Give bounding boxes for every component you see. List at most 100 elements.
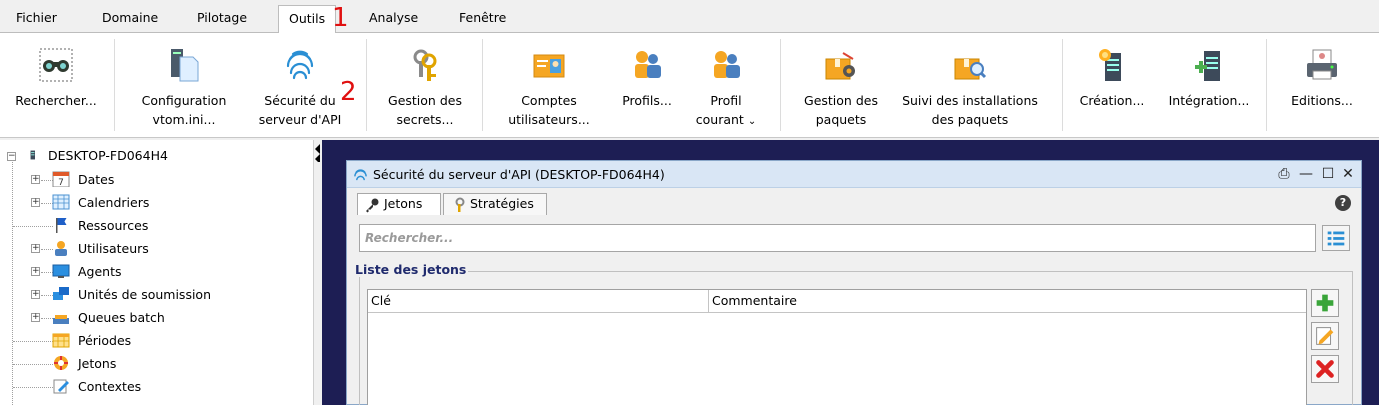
integration-button[interactable]: Intégration... [1160, 33, 1258, 133]
close-icon[interactable]: ✕ [1337, 161, 1359, 188]
comptes-label-1: Comptes [521, 93, 577, 108]
tree-item-label: Dates [77, 172, 115, 187]
package-gear-icon [825, 52, 855, 80]
binoculars-icon [39, 48, 73, 82]
ribbon-separator [482, 39, 483, 131]
panel-splitter[interactable] [314, 140, 322, 405]
tree-item-label: Ressources [77, 218, 149, 233]
tokens-group-label: Liste des jetons [353, 262, 469, 277]
tab-jetons[interactable]: Jetons [357, 193, 441, 215]
tokens-table[interactable]: Clé Commentaire [367, 289, 1307, 405]
gestion-paquets-button[interactable]: Gestion des paquets [790, 33, 892, 133]
profil-courant-button[interactable]: Profil courant ⌄ [688, 33, 764, 133]
ribbon-separator [1266, 39, 1267, 131]
tree-item-jetons[interactable]: Jetons [52, 353, 116, 375]
tree-guide [13, 387, 53, 388]
tree-item-label: Utilisateurs [77, 241, 149, 256]
tree-item-calendriers[interactable]: Calendriers [52, 192, 149, 214]
calendar-day-icon: 7 [52, 171, 70, 187]
maximize-icon[interactable]: ☐ [1317, 161, 1339, 188]
comptes-utilisateurs-button[interactable]: Comptes utilisateurs... [492, 33, 606, 133]
creation-button[interactable]: Création... [1070, 33, 1154, 133]
suivi-installations-button[interactable]: Suivi des installations des paquets [892, 33, 1048, 133]
calendar-grid-icon [52, 194, 70, 210]
edit-token-button[interactable] [1311, 322, 1339, 350]
securite-label-2: serveur d'API [258, 112, 342, 127]
minimize-icon[interactable]: — [1295, 161, 1317, 188]
network-monitors-icon [53, 287, 69, 300]
tree-item-queues-batch[interactable]: Queues batch [52, 307, 165, 329]
delete-token-button[interactable] [1311, 355, 1339, 383]
key-icon [366, 198, 379, 213]
tree-item-agents[interactable]: Agents [52, 261, 122, 283]
ribbon-separator [1062, 39, 1063, 131]
tree-item-utilisateurs[interactable]: Utilisateurs [52, 238, 149, 260]
tree-item-contextes[interactable]: Contextes [52, 376, 141, 398]
keys-icon [413, 49, 437, 81]
tree-item-label: Queues batch [77, 310, 165, 325]
profils-button[interactable]: Profils... [608, 33, 686, 133]
tree-item-unites-soumission[interactable]: Unités de soumission [52, 284, 211, 306]
menu-fenetre[interactable]: Fenêtre [455, 7, 510, 29]
securite-api-button[interactable]: Sécurité du serveur d'API [250, 33, 350, 133]
tree-root[interactable]: DESKTOP-FD064H4 [30, 145, 168, 167]
tree-guide [13, 226, 53, 227]
expand-icon[interactable]: + [31, 290, 40, 299]
help-icon[interactable]: ? [1335, 195, 1351, 211]
menu-fichier[interactable]: Fichier [12, 7, 61, 29]
expand-icon[interactable]: + [31, 267, 40, 276]
menu-bar: Fichier Domaine Pilotage Outils Analyse … [0, 0, 1379, 33]
tree-item-label: Unités de soumission [77, 287, 212, 302]
dialog-title-bar[interactable]: Sécurité du serveur d'API (DESKTOP-FD064… [347, 161, 1361, 188]
tree-item-dates[interactable]: 7 Dates [52, 169, 114, 191]
tree-guide [13, 341, 53, 342]
ribbon-separator [114, 39, 115, 131]
expand-icon[interactable]: + [31, 198, 40, 207]
menu-analyse[interactable]: Analyse [365, 7, 422, 29]
search-input[interactable]: Rechercher... [359, 224, 1316, 252]
tab-strategies[interactable]: Stratégies [443, 193, 547, 215]
search-options-button[interactable] [1322, 225, 1350, 251]
tab-jetons-label: Jetons [384, 196, 423, 211]
expand-icon[interactable]: + [31, 313, 40, 322]
column-header-cle[interactable]: Clé [368, 290, 708, 313]
tree-root-label: DESKTOP-FD064H4 [47, 148, 168, 163]
restore-icon[interactable]: ⎙ [1273, 161, 1295, 188]
fingerprint-icon [354, 169, 367, 181]
plus-icon [1316, 294, 1334, 312]
menu-pilotage[interactable]: Pilotage [193, 7, 251, 29]
tray-icon [53, 315, 69, 324]
menu-outils[interactable]: Outils [278, 5, 337, 33]
monitor-icon [52, 264, 70, 278]
tree-item-periodes[interactable]: Périodes [52, 330, 131, 352]
configuration-button[interactable]: Configuration vtom.ini... [124, 33, 244, 133]
period-grid-icon [52, 333, 70, 348]
expand-icon[interactable]: + [31, 175, 40, 184]
dialog-title: Sécurité du serveur d'API (DESKTOP-FD064… [373, 167, 665, 182]
paquets-label-2: paquets [815, 112, 867, 127]
paquets-label-1: Gestion des [804, 93, 878, 108]
tree-item-label: Calendriers [77, 195, 150, 210]
rechercher-button[interactable]: Rechercher... [4, 33, 108, 133]
app-window: Fichier Domaine Pilotage Outils Analyse … [0, 0, 1379, 405]
keys-icon [455, 197, 465, 212]
menu-domaine[interactable]: Domaine [98, 7, 162, 29]
collapse-icon[interactable]: − [7, 152, 16, 161]
tree-item-ressources[interactable]: Ressources [52, 215, 148, 237]
config-file-icon [171, 49, 199, 82]
edit-note-icon [1316, 327, 1334, 345]
annotation-2: 2 [340, 77, 357, 107]
tree-guide [13, 364, 53, 365]
expand-icon[interactable]: + [31, 244, 40, 253]
delete-x-icon [1316, 360, 1334, 378]
server-icon [30, 150, 35, 160]
editions-button[interactable]: Editions... [1276, 33, 1368, 133]
add-token-button[interactable] [1311, 289, 1339, 317]
current-profile-icon [714, 51, 740, 78]
annotation-1: 1 [332, 3, 349, 33]
integration-label: Intégration... [1168, 93, 1250, 108]
column-header-commentaire[interactable]: Commentaire [709, 290, 1306, 313]
printer-icon [1307, 49, 1337, 80]
gestion-secrets-button[interactable]: Gestion des secrets... [376, 33, 474, 133]
flag-icon [56, 218, 67, 233]
